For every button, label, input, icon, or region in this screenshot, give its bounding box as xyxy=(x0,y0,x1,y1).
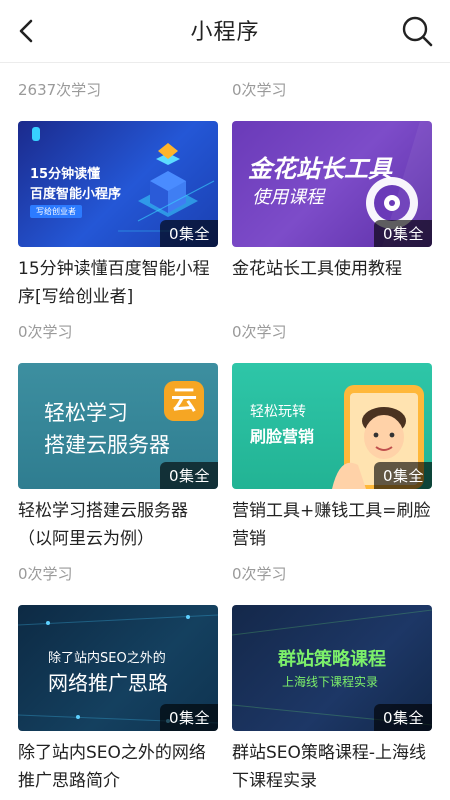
course-thumbnail[interactable]: 金花站长工具 使用课程 0集全 xyxy=(232,121,432,247)
view-count: 0次学习 xyxy=(18,323,73,341)
episode-badge: 0集全 xyxy=(373,462,432,489)
thumbnail-caption: 刷脸营销 xyxy=(250,427,315,446)
thumbnail-caption: 轻松玩转 xyxy=(250,404,306,420)
course-thumbnail[interactable]: 群站策略课程 上海线下课程实录 0集全 xyxy=(232,605,432,731)
episode-badge: 0集全 xyxy=(159,462,218,489)
course-card[interactable]: 金花站长工具 使用课程 0集全 金花站长工具使用教程 0次学习 xyxy=(232,121,432,342)
course-card[interactable]: 除了站内SEO之外的 网络推广思路 0集全 除了站内SEO之外的网络推广思路简介 xyxy=(18,605,218,795)
course-card[interactable]: 15分钟读懂 百度智能小程序 写给创业者 0集全 15分钟读懂百度智能小程序[写… xyxy=(18,121,218,342)
view-count: 0次学习 xyxy=(18,565,73,583)
course-title[interactable]: 15分钟读懂百度智能小程序[写给创业者] xyxy=(18,255,218,311)
thumbnail-tag: 写给创业者 xyxy=(30,205,82,218)
thumbnail-caption: 轻松学习 xyxy=(44,401,128,425)
thumbnail-caption: 网络推广思路 xyxy=(48,671,168,695)
course-thumbnail[interactable]: 除了站内SEO之外的 网络推广思路 0集全 xyxy=(18,605,218,731)
top-bar: 小程序 xyxy=(0,0,450,63)
episode-badge: 0集全 xyxy=(373,704,432,731)
view-count: 0次学习 xyxy=(232,323,287,341)
episode-badge: 0集全 xyxy=(159,220,218,247)
course-title[interactable]: 除了站内SEO之外的网络推广思路简介 xyxy=(18,739,218,795)
course-thumbnail[interactable]: 云 轻松学习 搭建云服务器 0集全 xyxy=(18,363,218,489)
page-title: 小程序 xyxy=(190,20,260,45)
view-count: 2637次学习 xyxy=(18,81,102,99)
search-button[interactable] xyxy=(400,14,434,48)
thumbnail-caption: 15分钟读懂 xyxy=(30,167,101,182)
thumbnail-caption: 上海线下课程实录 xyxy=(282,675,379,689)
thumbnail-caption: 搭建云服务器 xyxy=(44,433,170,457)
course-title[interactable]: 金花站长工具使用教程 xyxy=(232,255,432,311)
course-thumbnail[interactable]: 15分钟读懂 百度智能小程序 写给创业者 0集全 xyxy=(18,121,218,247)
thumbnail-caption: 百度智能小程序 xyxy=(30,187,122,202)
episode-badge: 0集全 xyxy=(159,704,218,731)
view-count: 0次学习 xyxy=(232,81,287,99)
cloud-logo-icon: 云 xyxy=(164,381,204,421)
thumbnail-caption: 群站策略课程 xyxy=(278,649,386,670)
thumbnail-caption: 除了站内SEO之外的 xyxy=(48,651,166,666)
course-card[interactable]: 群站策略课程 上海线下课程实录 0集全 群站SEO策略课程-上海线下课程实录 xyxy=(232,605,432,795)
course-title[interactable]: 轻松学习搭建云服务器（以阿里云为例） xyxy=(18,497,218,553)
course-card[interactable]: 云 轻松学习 搭建云服务器 0集全 轻松学习搭建云服务器（以阿里云为例） 0次学… xyxy=(18,363,218,584)
episode-badge: 0集全 xyxy=(373,220,432,247)
course-title[interactable]: 群站SEO策略课程-上海线下课程实录 xyxy=(232,739,432,795)
thumbnail-caption: 使用课程 xyxy=(252,187,324,208)
course-card[interactable]: 轻松玩转 刷脸营销 0集全 营销工具+赚钱工具=刷脸营销 0次学习 xyxy=(232,363,432,584)
course-title[interactable]: 营销工具+赚钱工具=刷脸营销 xyxy=(232,497,432,553)
search-icon xyxy=(402,16,433,47)
thumbnail-caption: 金花站长工具 xyxy=(248,155,392,183)
view-count: 0次学习 xyxy=(232,565,287,583)
course-thumbnail[interactable]: 轻松玩转 刷脸营销 0集全 xyxy=(232,363,432,489)
